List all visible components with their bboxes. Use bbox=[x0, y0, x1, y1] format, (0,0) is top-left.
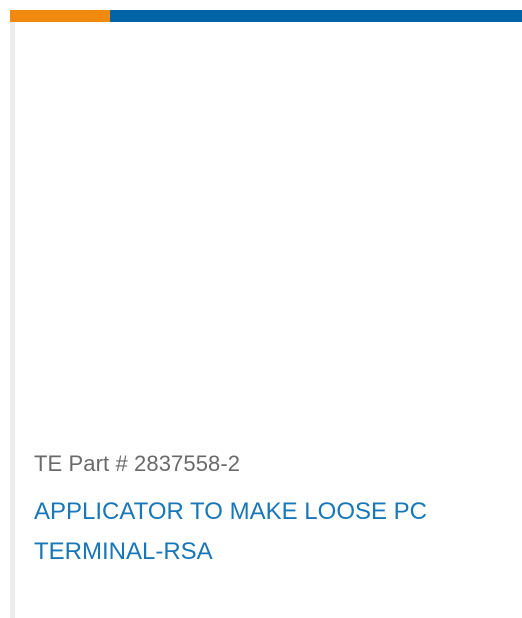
accent-bar-blue-segment bbox=[110, 10, 522, 22]
product-title-link[interactable]: APPLICATOR TO MAKE LOOSE PC TERMINAL-RSA bbox=[34, 492, 504, 572]
accent-bar bbox=[10, 10, 522, 22]
accent-bar-orange-segment bbox=[10, 10, 110, 22]
part-number: TE Part # 2837558-2 bbox=[34, 451, 241, 476]
product-card[interactable]: TE Part # 2837558-2 APPLICATOR TO MAKE L… bbox=[0, 0, 522, 618]
product-image-area[interactable] bbox=[16, 22, 522, 442]
card-left-border bbox=[10, 22, 15, 618]
